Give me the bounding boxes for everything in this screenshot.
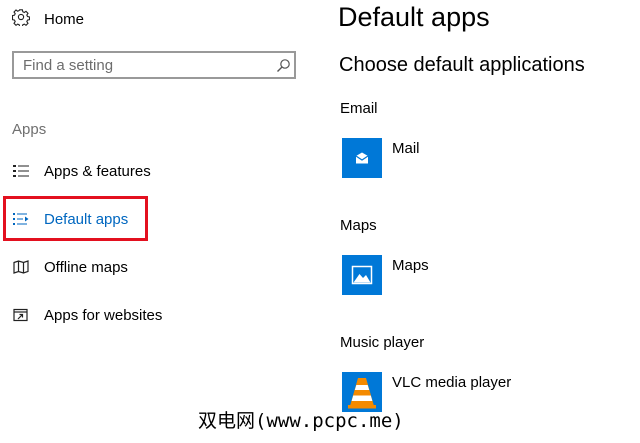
open-in-app-icon (12, 307, 30, 323)
find-setting-search-box[interactable] (12, 51, 296, 79)
sidebar-item-label: Apps & features (44, 162, 151, 180)
category-label-email: Email (340, 100, 378, 117)
map-icon (12, 259, 30, 275)
default-email-app-button[interactable]: Mail (342, 138, 420, 178)
selection-highlight-box (3, 196, 148, 241)
list-icon (12, 163, 30, 179)
site-watermark: 双电网(www.pcpc.me) (198, 410, 404, 432)
sidebar-item-label: Offline maps (44, 258, 128, 276)
home-nav-item[interactable]: Home (11, 8, 85, 31)
settings-sidebar: Home Apps Apps & features (0, 0, 318, 443)
mail-icon (342, 138, 382, 178)
category-label-music-player: Music player (340, 334, 425, 351)
page-title: Default apps (338, 2, 490, 32)
app-name: Maps (392, 257, 429, 274)
app-name: Mail (392, 140, 420, 157)
category-label-maps: Maps (340, 217, 377, 234)
search-icon[interactable] (272, 58, 294, 73)
gear-icon (11, 8, 31, 31)
sidebar-item-label: Apps for websites (44, 306, 163, 324)
apps-section-heading: Apps (12, 121, 47, 138)
maps-icon (342, 255, 382, 295)
app-name: VLC media player (392, 374, 512, 391)
sidebar-item-apps-features[interactable]: Apps & features (12, 160, 151, 182)
sidebar-item-apps-for-websites[interactable]: Apps for websites (12, 304, 162, 326)
sidebar-item-offline-maps[interactable]: Offline maps (12, 256, 128, 278)
default-maps-app-button[interactable]: Maps (342, 255, 429, 295)
search-input[interactable] (14, 53, 272, 77)
default-apps-panel: Default apps Choose default applications… (338, 0, 640, 443)
home-label: Home (44, 10, 85, 28)
section-subtitle: Choose default applications (339, 54, 585, 76)
